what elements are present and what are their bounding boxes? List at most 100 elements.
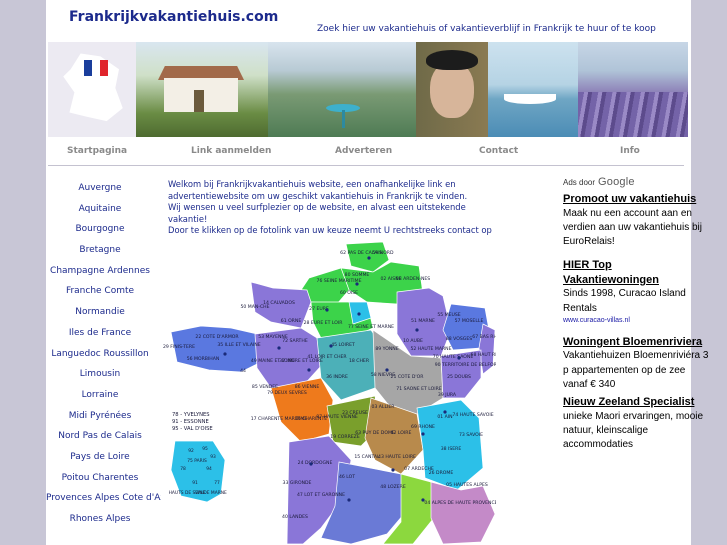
department-label[interactable]: 39 JURA xyxy=(438,392,457,398)
france-departments-map[interactable]: 62 PAS DE CALAIS59 NORD80 SOMME02 AISNE0… xyxy=(161,238,496,545)
region-link[interactable]: Normandie xyxy=(46,302,154,323)
department-label[interactable]: 79 DEUX SEVRES xyxy=(267,390,307,396)
region-link[interactable]: Franche Comte xyxy=(46,281,154,302)
inset-department-label[interactable]: 75 PARIS xyxy=(187,458,207,464)
inset-department-label[interactable]: 78 xyxy=(180,466,186,472)
ad-title-link[interactable]: Woningent Bloemenriviera xyxy=(563,335,709,350)
inset-department-label[interactable]: 94 xyxy=(206,466,212,472)
department-label[interactable]: 44 xyxy=(240,368,246,374)
department-label[interactable]: 71 SAONE ET LOIRE xyxy=(396,386,442,392)
department-label[interactable]: 26 DROME xyxy=(429,470,454,476)
inset-department-label[interactable]: HAUTS DE SEINE xyxy=(169,490,206,496)
department-label[interactable]: 15 CANTAL xyxy=(354,454,380,460)
department-label[interactable]: 38 ISERE xyxy=(441,446,462,452)
department-label[interactable]: 14 CALVADOS xyxy=(263,300,295,306)
department-label[interactable]: 52 HAUTE MARNE xyxy=(410,346,451,352)
banner-france-map[interactable] xyxy=(48,42,136,137)
inset-department-label[interactable]: 77 xyxy=(214,480,220,486)
department-label[interactable]: 43 HAUTE LOIRE xyxy=(378,454,416,460)
banner-photo-man-beret[interactable] xyxy=(416,42,488,137)
department-label[interactable]: 58 NIEVRE xyxy=(371,372,395,378)
department-label[interactable]: 85 VENDEE xyxy=(252,384,278,390)
department-label[interactable]: 48 LOZERE xyxy=(380,484,406,490)
department-label[interactable]: 28 EURE ET LOIR xyxy=(304,320,344,326)
region-link[interactable]: Rhones Alpes xyxy=(46,509,154,530)
department-label[interactable]: 90 TERRITOIRE DE BELFORT xyxy=(435,362,496,368)
region-link[interactable]: Provences Alpes Cote d'Azur xyxy=(46,488,175,509)
department-label[interactable]: 86 VIENNE xyxy=(295,384,320,390)
region-link[interactable]: Pays de Loire xyxy=(46,447,154,468)
department-label[interactable]: 35 ILLE ET VILAINE xyxy=(217,342,260,348)
department-label[interactable]: 22 COTE D'ARMOR xyxy=(195,334,239,340)
department-label[interactable]: 73 SAVOIE xyxy=(459,432,483,438)
region-link[interactable]: Poitou Charentes xyxy=(46,468,154,489)
inset-department-label[interactable]: 91 xyxy=(192,480,198,486)
site-title[interactable]: Frankrijkvakantiehuis.com xyxy=(69,9,278,25)
banner-photo-house[interactable] xyxy=(136,42,268,137)
ad-title-link[interactable]: HIER Top Vakantiewoningen xyxy=(563,258,709,287)
ads-by-google[interactable]: Ads door Google xyxy=(563,175,709,189)
region-link[interactable]: Aquitaine xyxy=(46,199,154,220)
department-label[interactable]: 69 RHONE xyxy=(411,424,435,430)
department-label[interactable]: 61 ORNE xyxy=(281,318,302,324)
department-label[interactable]: 88 VOSGES xyxy=(446,336,472,342)
ad-title-link[interactable]: Nieuw Zeeland Specialist xyxy=(563,395,709,410)
department-label[interactable]: 68 HAUT RHIN xyxy=(471,352,496,358)
region-link[interactable]: Midi Pyrénées xyxy=(46,406,154,427)
department-label[interactable]: 46 LOT xyxy=(339,474,355,480)
inset-department-label[interactable]: 93 xyxy=(210,454,216,460)
department-label[interactable]: 80 SOMME xyxy=(345,272,370,278)
department-label[interactable]: 29 FINIS-TERE xyxy=(163,344,195,350)
inset-department-label[interactable]: 92 xyxy=(188,448,194,454)
department-label[interactable]: 51 MARNE xyxy=(411,318,435,324)
ad-item[interactable]: Nieuw Zeeland Specialist unieke Maori er… xyxy=(563,395,709,452)
banner-photo-boat[interactable] xyxy=(488,42,578,137)
region-link[interactable]: Champagne Ardennes xyxy=(46,261,154,282)
nav-link-aanmelden[interactable]: Link aanmelden xyxy=(191,146,271,156)
nav-info[interactable]: Info xyxy=(620,146,640,156)
region-link[interactable]: Iles de France xyxy=(46,323,154,344)
department-label[interactable]: 10 AUBE xyxy=(403,338,423,344)
region-link[interactable]: Auvergne xyxy=(46,178,154,199)
department-label[interactable]: 72 SARTHE xyxy=(282,338,308,344)
department-label[interactable]: 03 ALLIER xyxy=(371,404,395,410)
region-link[interactable]: Limousin xyxy=(46,364,154,385)
department-label[interactable]: 18 CHER xyxy=(349,358,370,364)
nav-adverteren[interactable]: Adverteren xyxy=(335,146,392,156)
inset-department-label[interactable]: 95 xyxy=(202,446,208,452)
ad-item[interactable]: HIER Top Vakantiewoningen Sinds 1998, Cu… xyxy=(563,258,709,326)
department-label[interactable]: 55 MEUSE xyxy=(437,312,460,318)
department-label[interactable]: 21 COTE D'OR xyxy=(391,374,425,380)
nav-contact[interactable]: Contact xyxy=(479,146,518,156)
ad-url-link[interactable]: www.curacao-villas.nl xyxy=(563,316,709,326)
ad-item[interactable]: Promoot uw vakantiehuis Maak nu een acco… xyxy=(563,192,709,249)
department-label[interactable]: 74 HAUTE SAVOIE xyxy=(452,412,493,418)
department-label[interactable]: 33 GIRONDE xyxy=(283,480,312,486)
ad-item[interactable]: Woningent Bloemenriviera Vakantiehuizen … xyxy=(563,335,709,392)
department-label[interactable]: 77 SEINE ET MARNE xyxy=(348,324,394,330)
department-label[interactable]: 63 PUY DE DOME xyxy=(355,430,395,436)
department-label[interactable]: 47 LOT ET GARONNE xyxy=(297,492,345,498)
department-label[interactable]: 40 LANDES xyxy=(282,514,308,520)
department-label[interactable]: 70 HAUTE SAONE xyxy=(433,354,474,360)
department-label[interactable]: 59 NORD xyxy=(372,250,394,256)
department-label[interactable]: 67 BAS RHIN xyxy=(472,334,496,340)
region-link[interactable]: Languedoc Roussillon xyxy=(46,344,154,365)
department-label[interactable]: 25 DOUBS xyxy=(447,374,471,380)
department-label[interactable]: 08 ARDEN-NES xyxy=(396,276,431,282)
region-link[interactable]: Nord Pas de Calais xyxy=(46,426,154,447)
department-label[interactable]: 42 LOIRE xyxy=(391,430,412,436)
department-label[interactable]: 60 OISE xyxy=(340,290,358,296)
region-link[interactable]: Bourgogne xyxy=(46,219,154,240)
department-label[interactable]: 24 DORDOGNE xyxy=(298,460,333,466)
department-label[interactable]: 56 MORBIHAN xyxy=(187,356,220,362)
department-label[interactable]: 76 SEINE MARITIME xyxy=(317,278,362,284)
department-label[interactable]: 05 HAUTES ALPES xyxy=(446,482,488,488)
department-label[interactable]: 36 INDRE xyxy=(326,374,348,380)
department-label[interactable]: 01 AIN xyxy=(437,414,452,420)
region-link[interactable]: Lorraine xyxy=(46,385,154,406)
department-label[interactable]: 04 ALPES DE HAUTE PROVENCE xyxy=(424,500,496,506)
department-label[interactable]: 45 LOIRET xyxy=(331,342,355,348)
banner-photo-valley-terrace[interactable] xyxy=(268,42,416,137)
nav-startpagina[interactable]: Startpagina xyxy=(67,146,127,156)
